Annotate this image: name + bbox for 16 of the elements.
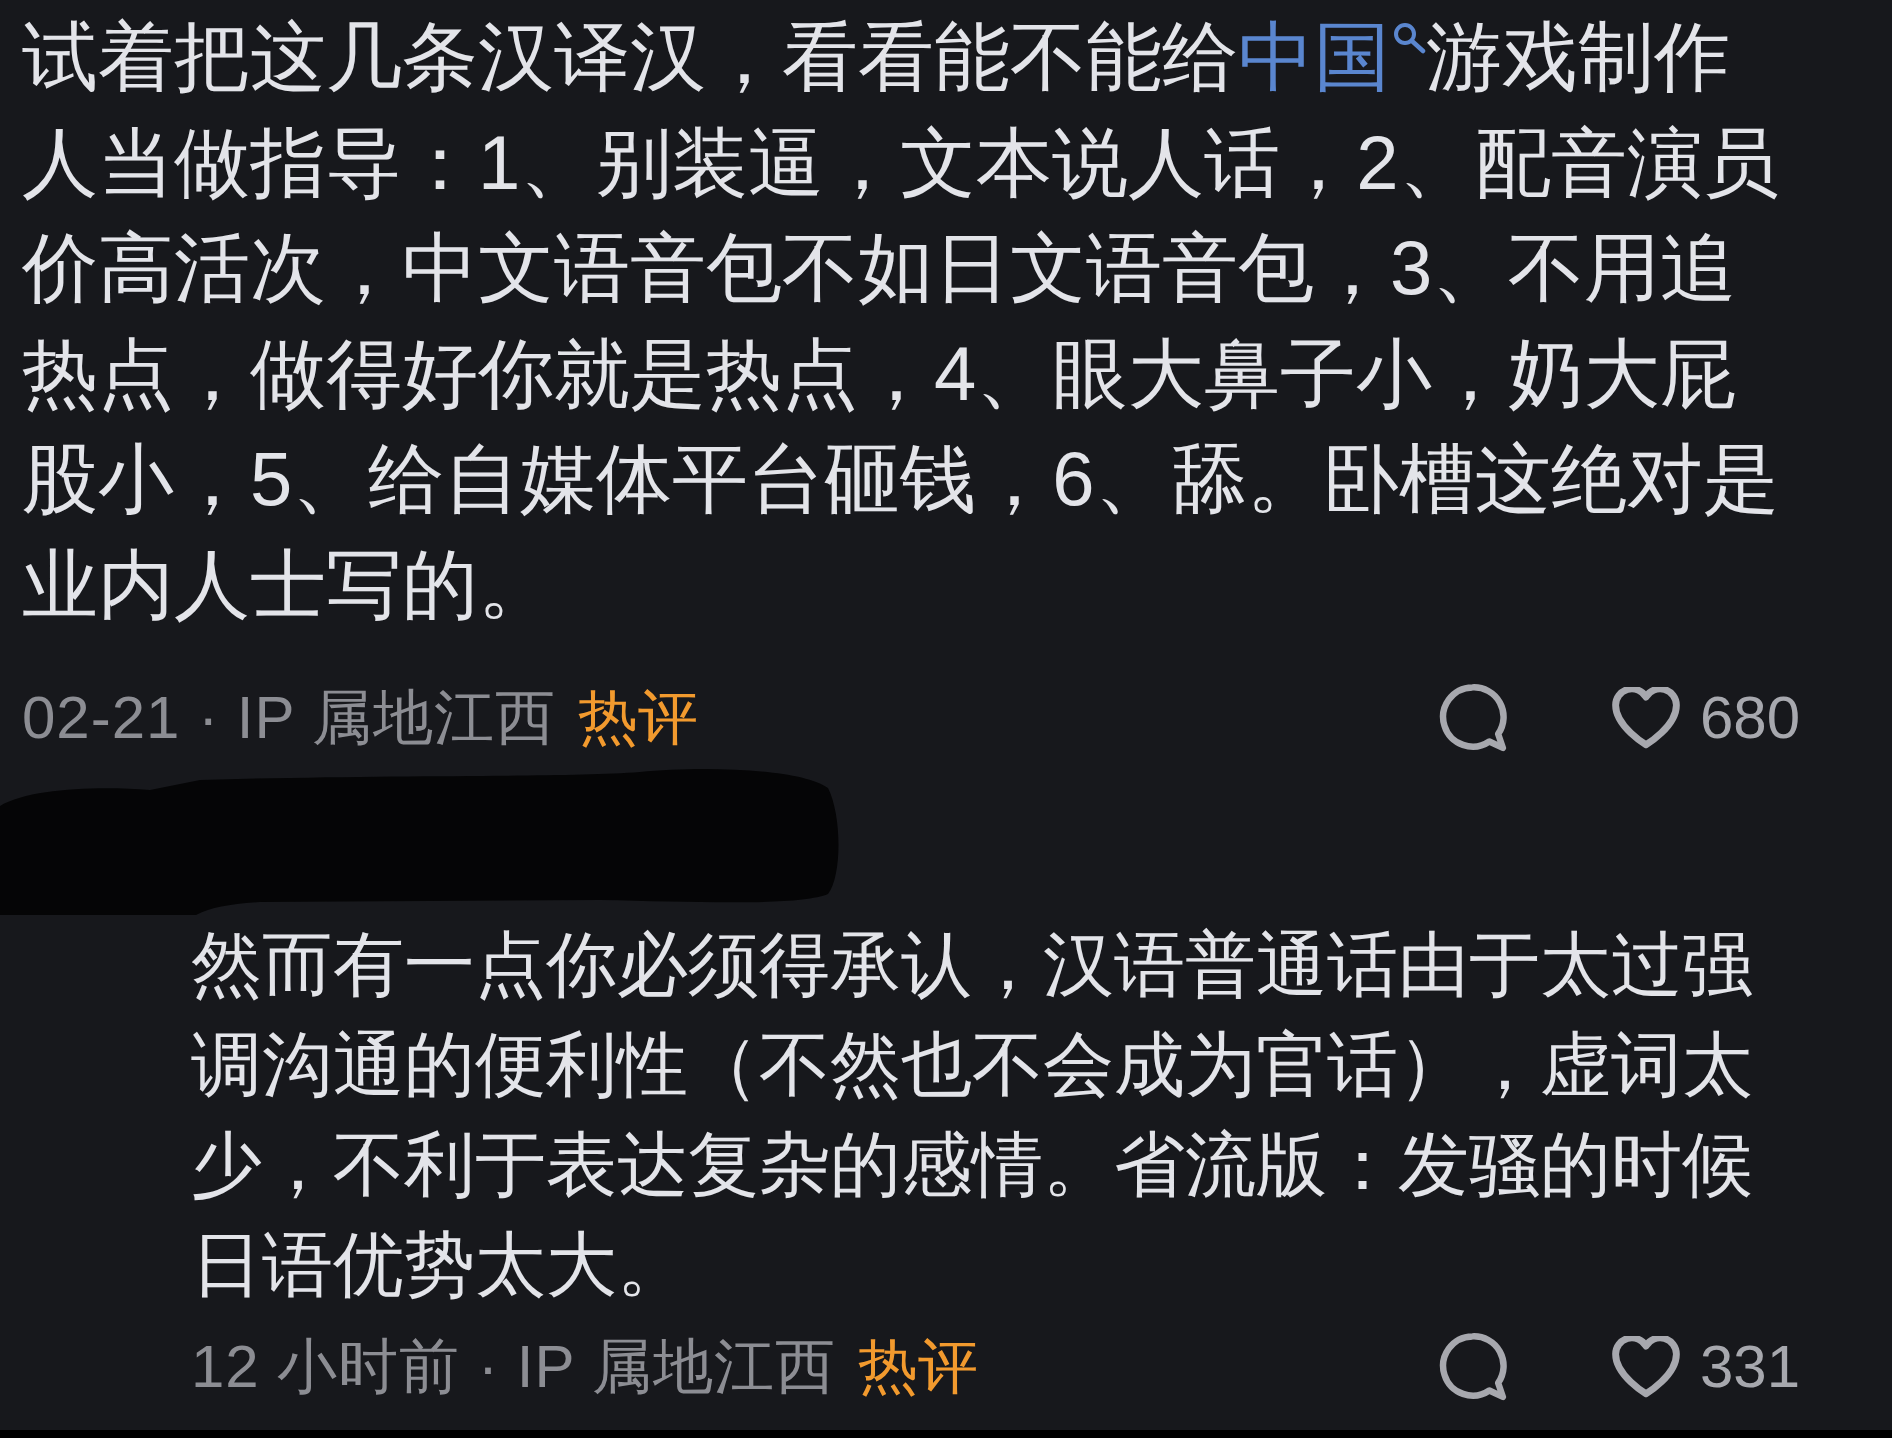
speech-bubble-icon [1438,684,1507,752]
comment-text: 然而有一点你必须得承认，汉语普通话由于太过强 调沟通的便利性（不然也不会成为官话），虚词太 少，不利于表达复杂的感情。省流版：发骚的时候 日语优势太大。 [190,924,1754,1306]
heart-icon [1611,687,1680,749]
hot-comment-label: 热评 [578,682,699,753]
hot-comment-label: 热评 [858,1331,978,1402]
post-info: 02-21 · IP 属地江西 [22,682,557,753]
comment-button[interactable] [1438,684,1507,752]
like-button[interactable]: 680 [1611,687,1800,749]
search-icon [1392,22,1426,54]
speech-bubble-icon [1438,1333,1507,1401]
keyword-link[interactable]: 中国 [1238,14,1426,99]
post-info: 12 小时前 · IP 属地江西 [191,1331,836,1402]
comment-button[interactable] [1438,1333,1507,1401]
comment-text: 试着把这几条汉译汉，看看能不能给中国 游戏制作 人当做指导：1、别装逼，文本说人话，2、配音演员 价高活次，中文语音包不如日文语音包，3、不用追 热点，做得好你就是热点，4、眼大鼻子小，奶大屁 股小，5、给自媒体平台砸钱，6、舔。卧槽这绝对是 业内人士写的。 [21,13,1780,629]
like-button[interactable]: 331 [1611,1336,1800,1398]
heart-icon [1611,1336,1680,1398]
